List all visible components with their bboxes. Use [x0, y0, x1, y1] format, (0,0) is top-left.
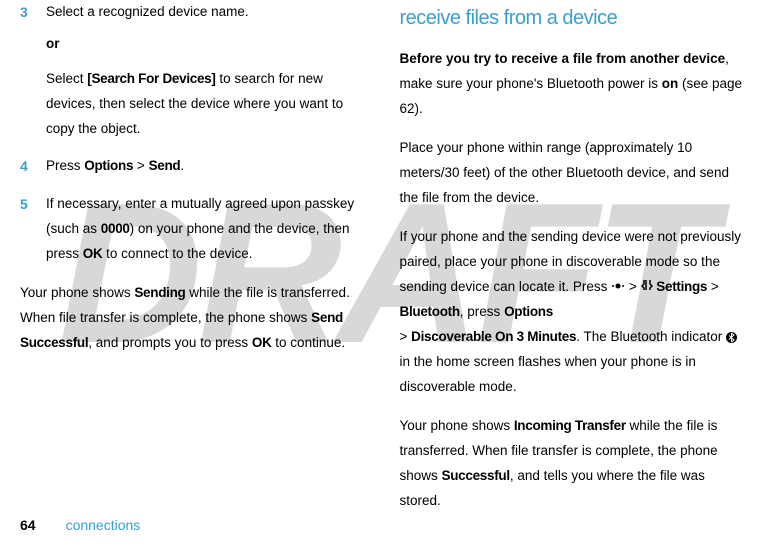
left-paragraph: Your phone shows Sending while the file …: [20, 281, 370, 356]
step-number: 4: [20, 154, 46, 180]
step-3-sub: Select [Search For Devices] to search fo…: [46, 67, 370, 142]
footer-section-label: connections: [66, 517, 141, 533]
text: Select: [46, 71, 87, 86]
bold-text: Discoverable On 3 Minutes: [411, 329, 576, 344]
page-number: 64: [20, 517, 36, 533]
bluetooth-icon: [726, 332, 737, 343]
text: >: [707, 279, 719, 294]
bold-text: [Search For Devices]: [87, 71, 215, 86]
bold-text: Send: [149, 158, 181, 173]
text: >: [133, 158, 148, 173]
bold-text: on: [662, 76, 679, 91]
bold-text: Bluetooth: [400, 304, 460, 319]
bold-text: Sending: [134, 285, 185, 300]
bold-text: OK: [83, 246, 103, 261]
page-footer: 64 connections: [20, 517, 140, 533]
bold-text: Successful: [442, 468, 510, 483]
bold-text: Options: [504, 304, 553, 319]
tools-icon: [641, 275, 653, 300]
step-3: 3 Select a recognized device name.: [20, 0, 370, 26]
step-number: 5: [20, 192, 46, 267]
step-text: Press Options > Send.: [46, 154, 370, 180]
bold-text: Settings: [656, 279, 707, 294]
text: Your phone shows: [400, 418, 514, 433]
bold-text: 0000: [101, 221, 130, 236]
step-4: 4 Press Options > Send.: [20, 154, 370, 180]
step-number: 3: [20, 0, 46, 26]
text: , and prompts you to press: [88, 335, 252, 350]
text: >: [400, 329, 412, 344]
bold-text: Incoming Transfer: [514, 418, 626, 433]
center-key-icon: [611, 275, 625, 300]
right-para-4: Your phone shows Incoming Transfer while…: [400, 414, 750, 514]
step-or: or: [46, 32, 370, 57]
bold-text: Before you try to receive a file from an…: [400, 51, 726, 66]
bold-text: OK: [252, 335, 272, 350]
step-text: Select a recognized device name.: [46, 0, 370, 26]
text: Your phone shows: [20, 285, 134, 300]
right-column: receive files from a device Before you t…: [400, 0, 750, 528]
step-text: If necessary, enter a mutually agreed up…: [46, 192, 370, 267]
text: , press: [460, 304, 504, 319]
text: Press: [46, 158, 84, 173]
text: in the home screen flashes when your pho…: [400, 354, 696, 394]
right-para-1: Before you try to receive a file from an…: [400, 47, 750, 122]
section-heading: receive files from a device: [400, 0, 750, 37]
text: to continue.: [272, 335, 346, 350]
right-para-3: If your phone and the sending device wer…: [400, 225, 750, 400]
text: >: [625, 279, 640, 294]
page-content: 3 Select a recognized device name. or Se…: [0, 0, 769, 528]
text: .: [180, 158, 184, 173]
bold-text: Options: [84, 158, 133, 173]
step-5: 5 If necessary, enter a mutually agreed …: [20, 192, 370, 267]
text: to connect to the device.: [102, 246, 252, 261]
text: . The Bluetooth indicator: [576, 329, 726, 344]
left-column: 3 Select a recognized device name. or Se…: [20, 0, 370, 528]
right-para-2: Place your phone within range (approxima…: [400, 136, 750, 211]
